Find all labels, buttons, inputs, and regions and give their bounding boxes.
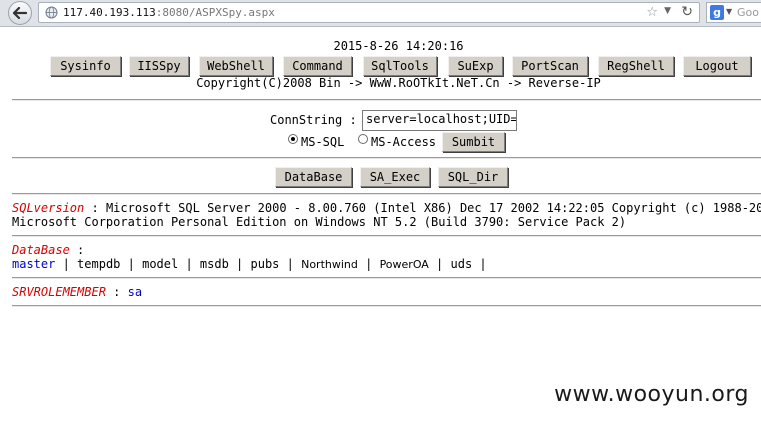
msaccess-radio-label: MS-Access: [371, 135, 437, 149]
google-icon[interactable]: g: [710, 5, 724, 20]
chevron-down-icon[interactable]: ▼: [664, 6, 671, 16]
search-placeholder: Goo: [737, 6, 759, 19]
database-link-model[interactable]: model: [142, 257, 178, 271]
database-heading: DataBase :: [12, 243, 84, 257]
separator: |: [279, 257, 302, 271]
database-link-northwind[interactable]: Northwind: [301, 258, 358, 271]
sysinfo-button[interactable]: Sysinfo: [50, 56, 121, 76]
url-host: 117.40.193.113: [63, 6, 156, 19]
divider: [12, 305, 761, 307]
divider: [12, 99, 761, 101]
database-label: DataBase: [12, 243, 70, 257]
sqlversion-colon: :: [84, 201, 106, 215]
portscan-button[interactable]: PortScan: [512, 56, 588, 76]
reload-icon[interactable]: ↻: [681, 4, 693, 20]
msaccess-radio[interactable]: [358, 134, 368, 144]
connstring-label: ConnString :: [270, 113, 357, 127]
divider: [12, 157, 761, 159]
back-button[interactable]: [8, 1, 32, 25]
sqlversion-text-2: Microsoft Corporation Personal Edition o…: [12, 215, 627, 229]
database-button[interactable]: DataBase: [275, 167, 352, 187]
sqlversion-text-1: Microsoft SQL Server 2000 - 8.00.760 (In…: [105, 201, 761, 215]
database-link-master[interactable]: master: [12, 257, 55, 271]
separator: |: [357, 257, 380, 271]
globe-icon: [45, 6, 58, 19]
regshell-button[interactable]: RegShell: [598, 56, 674, 76]
database-list: master | tempdb | model | msdb | pubs | …: [12, 257, 487, 271]
submit-button[interactable]: Sumbit: [442, 132, 505, 152]
back-arrow-icon: [13, 7, 27, 19]
separator: |: [228, 257, 251, 271]
database-link-msdb[interactable]: msdb: [200, 257, 229, 271]
sqltools-button[interactable]: SqlTools: [363, 56, 437, 76]
database-link-uds[interactable]: uds: [451, 257, 473, 271]
database-link-pubs[interactable]: pubs: [251, 257, 280, 271]
webshell-button[interactable]: WebShell: [199, 56, 273, 76]
copyright-line: Copyright(C)2008 Bin -> WwW.RoOTkIt.NeT.…: [196, 76, 601, 90]
separator: |: [472, 257, 487, 271]
sa-exec-button[interactable]: SA_Exec: [360, 167, 430, 187]
database-link-tempdb[interactable]: tempdb: [77, 257, 120, 271]
url-text: 117.40.193.113:8080/ASPXSpy.aspx: [63, 6, 275, 19]
search-bar[interactable]: g ▼ Goo: [706, 2, 761, 23]
server-datetime: 2015-8-26 14:20:16: [333, 39, 464, 53]
suexp-button[interactable]: SuExp: [448, 56, 503, 76]
separator: |: [55, 257, 78, 271]
srvrolemember-label: SRVROLEMEMBER: [12, 285, 106, 299]
database-colon: :: [69, 243, 85, 257]
divider: [12, 235, 761, 237]
watermark-text: www.wooyun.org: [554, 382, 749, 407]
mssql-radio[interactable]: [288, 134, 298, 144]
divider: [12, 193, 761, 195]
command-button[interactable]: Command: [283, 56, 352, 76]
browser-toolbar: 117.40.193.113:8080/ASPXSpy.aspx ☆ ▼ ↻ g…: [0, 0, 761, 27]
separator: |: [120, 257, 143, 271]
search-engine-chevron-icon[interactable]: ▼: [726, 7, 732, 16]
iisspy-button[interactable]: IISSpy: [129, 56, 189, 76]
sqlversion-line1: SQLversion : Microsoft SQL Server 2000 -…: [12, 201, 761, 215]
srvrolemember-line: SRVROLEMEMBER : sa: [12, 285, 142, 299]
separator: |: [428, 257, 451, 271]
address-bar[interactable]: 117.40.193.113:8080/ASPXSpy.aspx ☆ ▼ ↻: [38, 2, 700, 23]
database-link-poweroa[interactable]: PowerOA: [380, 258, 429, 271]
separator: |: [178, 257, 200, 271]
bookmark-star-icon[interactable]: ☆: [646, 5, 658, 20]
mssql-radio-label: MS-SQL: [301, 135, 345, 149]
sqlversion-label: SQLversion: [12, 201, 85, 215]
sql-dir-button[interactable]: SQL_Dir: [438, 167, 508, 187]
logout-button[interactable]: Logout: [683, 56, 751, 76]
divider: [12, 277, 761, 279]
page-content: 2015-8-26 14:20:16 Sysinfo IISSpy WebShe…: [0, 27, 761, 422]
srvrolemember-colon: :: [105, 285, 128, 299]
url-path: :8080/ASPXSpy.aspx: [155, 6, 275, 19]
connstring-input[interactable]: server=localhost;UID=sa: [362, 110, 517, 131]
srvrolemember-value: sa: [127, 285, 143, 299]
